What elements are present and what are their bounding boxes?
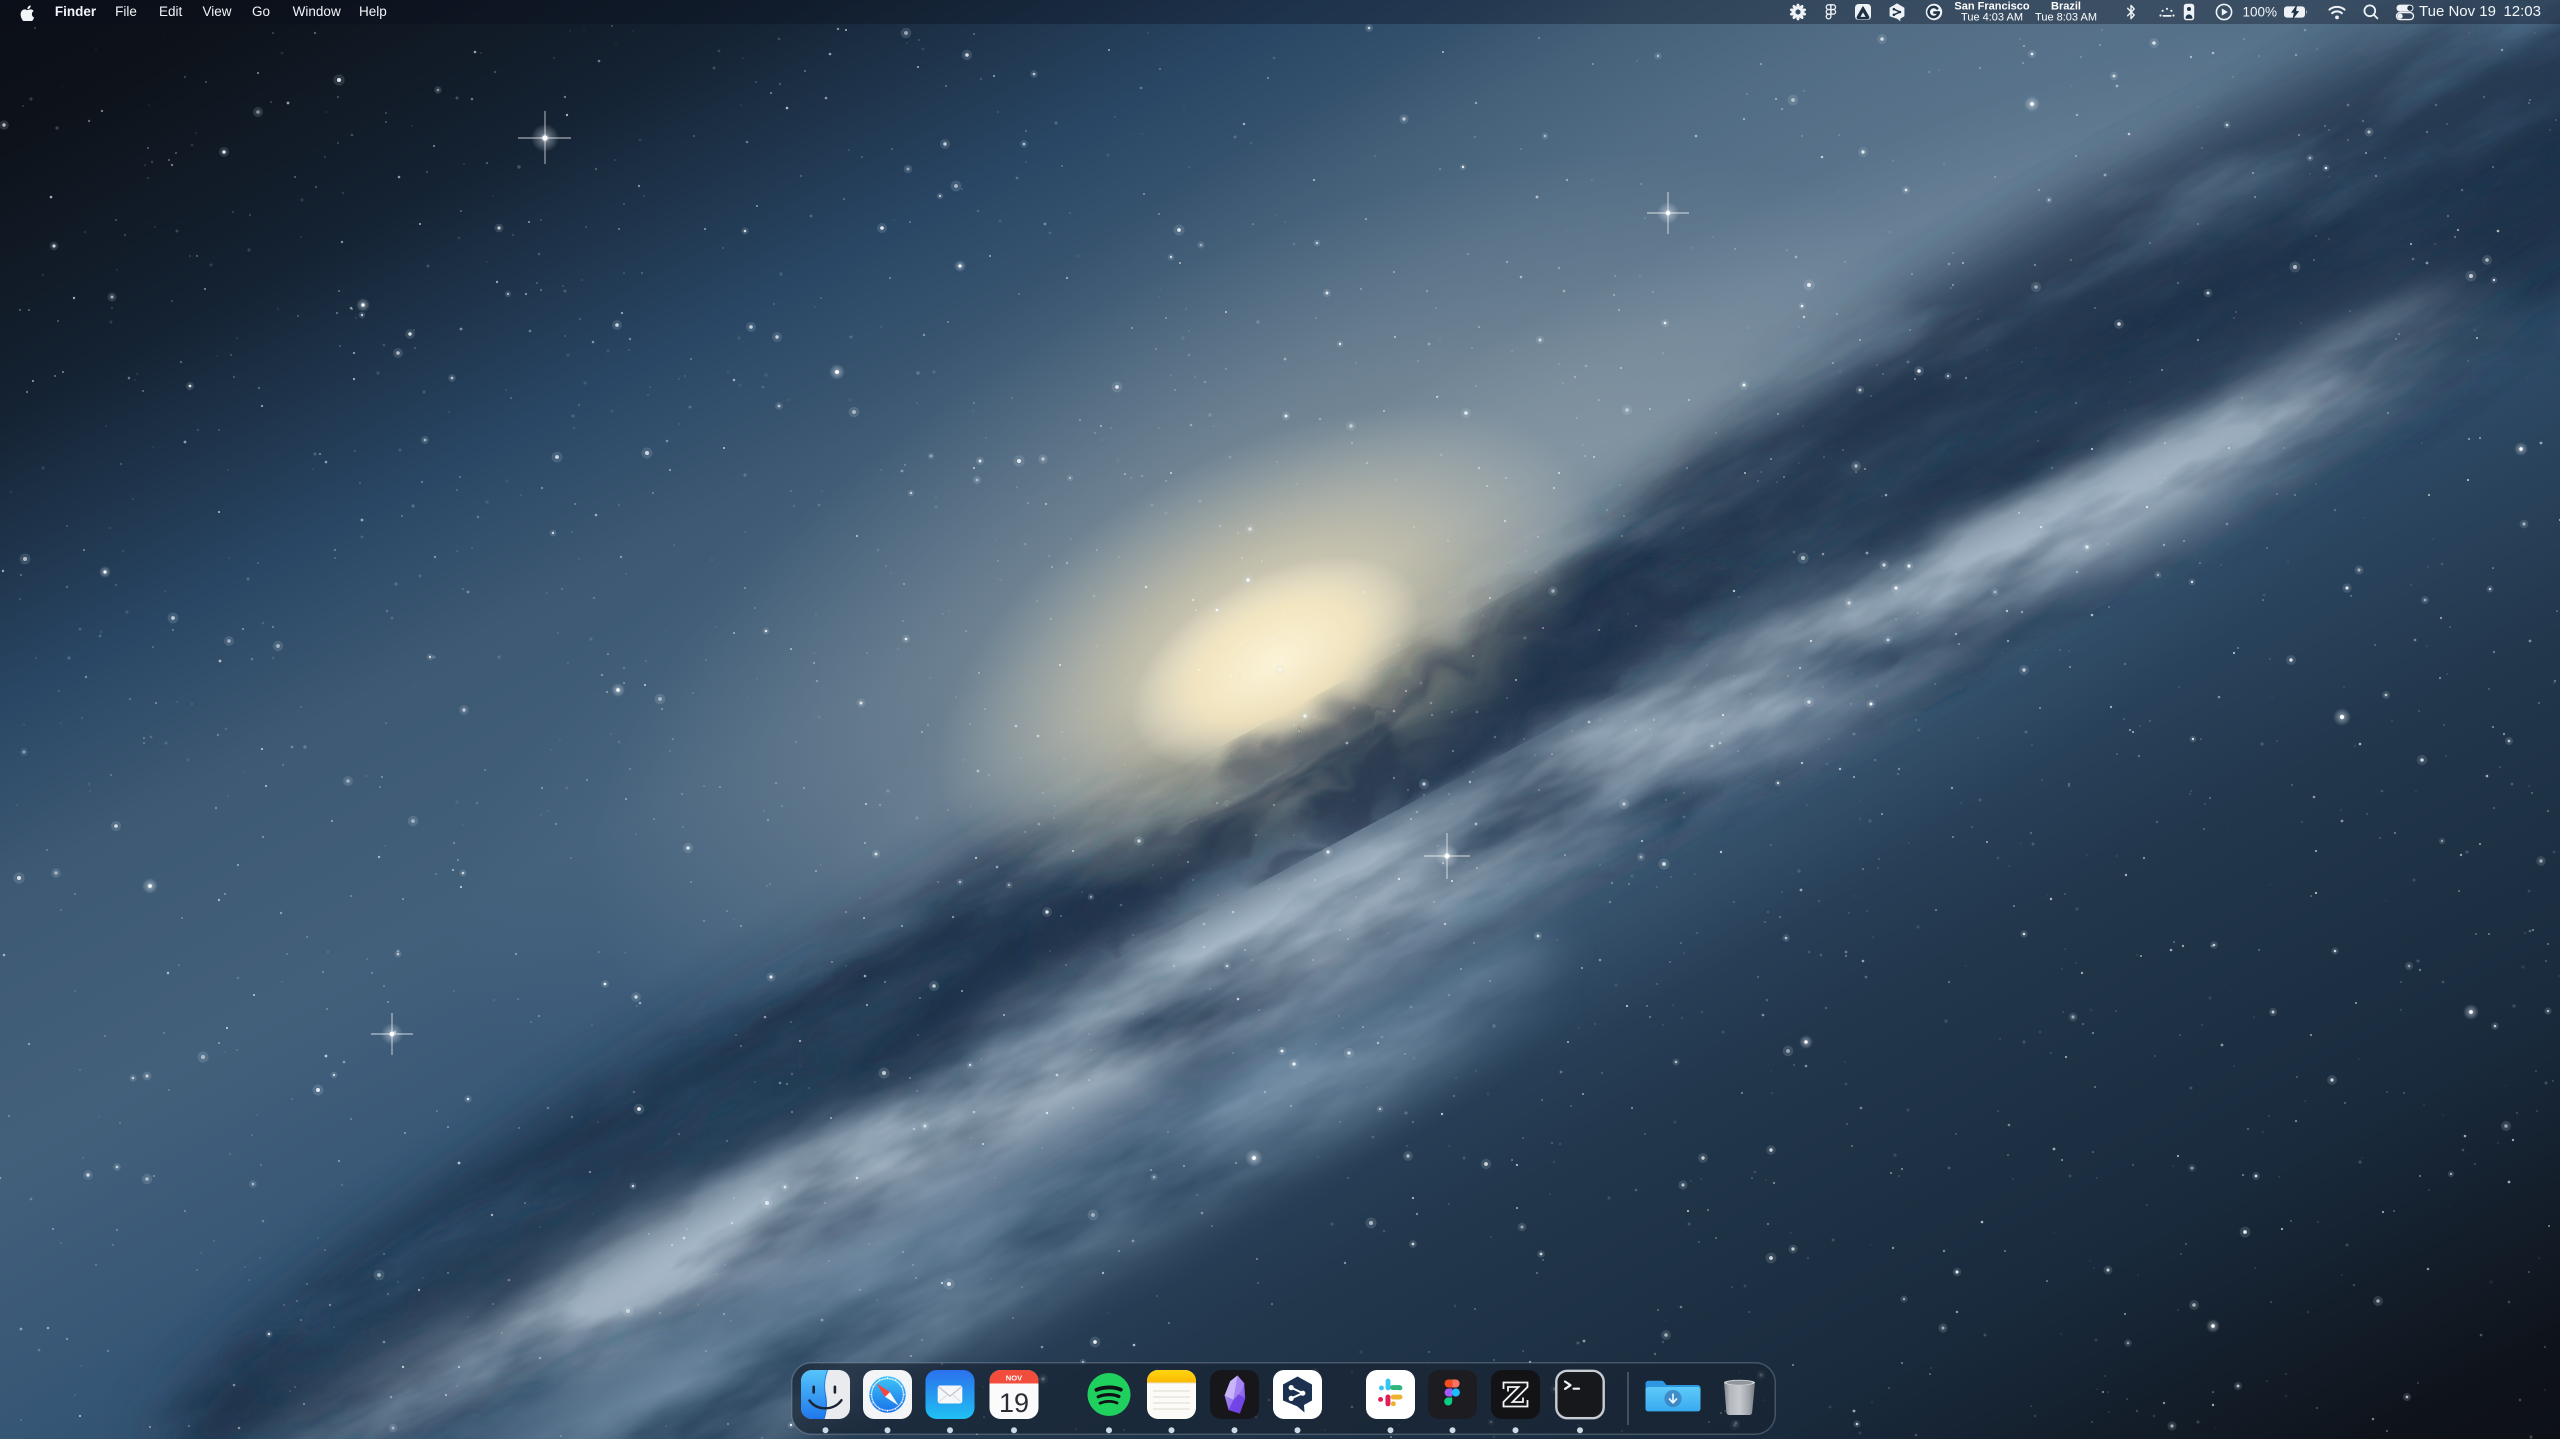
- svg-text:Tue 8:03 AM: Tue 8:03 AM: [2035, 12, 2097, 24]
- svg-text:Tue 4:03 AM: Tue 4:03 AM: [1961, 12, 2023, 24]
- svg-text:19: 19: [999, 1388, 1029, 1418]
- svg-text:100%: 100%: [2242, 5, 2277, 20]
- svg-text:NOV: NOV: [1006, 1373, 1023, 1382]
